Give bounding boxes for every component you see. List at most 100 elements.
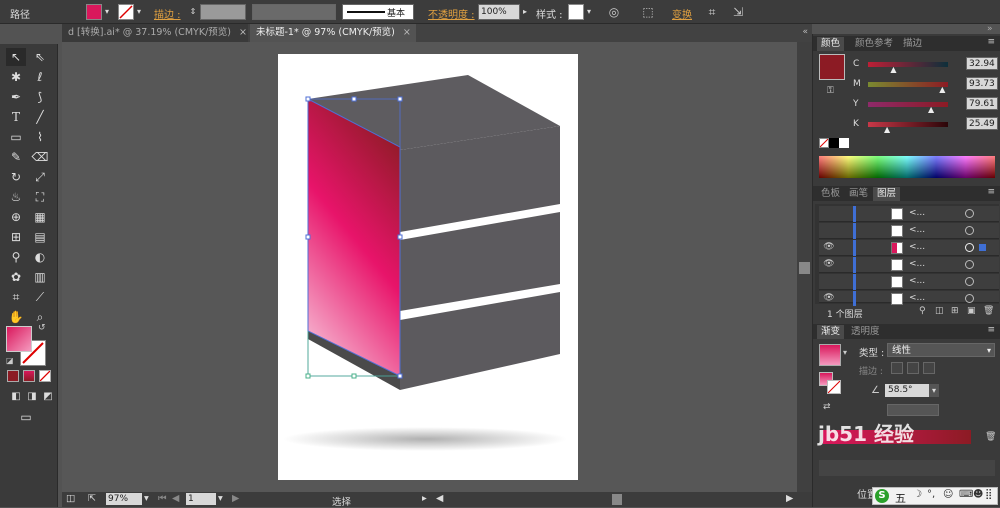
- panel-menu-icon[interactable]: ≡: [987, 37, 995, 47]
- selection-handle[interactable]: [305, 96, 311, 102]
- free-transform-tool-icon[interactable]: ⛶: [30, 188, 50, 206]
- rectangle-tool-icon[interactable]: ▭: [6, 128, 26, 146]
- tab-transparency[interactable]: 透明度: [847, 325, 884, 339]
- trash-icon[interactable]: 🗑: [983, 306, 994, 316]
- selection-handle[interactable]: [397, 373, 403, 379]
- chevron-down-icon[interactable]: ▾: [584, 4, 594, 20]
- shape-builder-tool-icon[interactable]: ⊕: [6, 208, 26, 226]
- stroke-gradient-option-icon[interactable]: [891, 362, 903, 374]
- yellow-value-field[interactable]: 79.61: [966, 97, 998, 110]
- curvature-tool-icon[interactable]: ⟆: [30, 88, 50, 106]
- panel-menu-icon[interactable]: ≡: [987, 187, 995, 197]
- artboard-nav-icon[interactable]: ◫: [66, 493, 75, 504]
- slider-thumb[interactable]: ▲: [928, 105, 934, 114]
- black-color-swatch[interactable]: [829, 138, 839, 148]
- selection-handle[interactable]: [397, 234, 403, 240]
- tab-document-2[interactable]: 未标题-1* @ 97% (CMYK/预览) ×: [250, 24, 416, 42]
- tab-layers[interactable]: 图层: [873, 187, 901, 201]
- rotate-tool-icon[interactable]: ↻: [6, 168, 26, 186]
- eye-icon[interactable]: 👁: [823, 242, 835, 254]
- selection-indicator[interactable]: [979, 244, 986, 251]
- gradient-preview-swatch[interactable]: [819, 344, 841, 366]
- direct-selection-tool-icon[interactable]: ⇖: [30, 48, 50, 66]
- pen-tool-icon[interactable]: ✒: [6, 88, 26, 106]
- scroll-left-icon[interactable]: ◀: [436, 493, 443, 504]
- lock-icon[interactable]: ⚿: [827, 86, 834, 96]
- paintbrush-tool-icon[interactable]: ⌇: [30, 128, 50, 146]
- user-icon[interactable]: ☻: [973, 489, 983, 500]
- eyedropper-tool-icon[interactable]: ⚲: [6, 248, 26, 266]
- line-tool-icon[interactable]: ╱: [30, 108, 50, 126]
- next-page-icon[interactable]: ▶: [232, 493, 239, 504]
- panel-menu-icon[interactable]: ⇲: [730, 4, 746, 20]
- first-page-icon[interactable]: ⏮: [158, 493, 167, 504]
- layer-row[interactable]: <...: [819, 223, 999, 239]
- gradient-tool-icon[interactable]: ▤: [30, 228, 50, 246]
- graphic-style-swatch[interactable]: [568, 4, 584, 20]
- gradient-stroke-icon[interactable]: [827, 380, 841, 394]
- selection-handle[interactable]: [351, 96, 357, 102]
- slider-thumb[interactable]: ▲: [939, 85, 945, 94]
- h-scroll-thumb[interactable]: [612, 494, 622, 505]
- magenta-value-field[interactable]: 93.73: [966, 77, 998, 90]
- target-icon[interactable]: [965, 226, 974, 235]
- slider-track[interactable]: [868, 102, 948, 107]
- draw-inside-icon[interactable]: ◩: [38, 388, 58, 406]
- selection-handle[interactable]: [397, 96, 403, 102]
- eraser-tool-icon[interactable]: ⌫: [30, 148, 50, 166]
- sogou-logo-icon[interactable]: S: [875, 489, 889, 503]
- swap-colors-icon[interactable]: ↺: [38, 323, 46, 333]
- clipping-mask-icon[interactable]: ◫: [935, 306, 944, 316]
- tab-document-1[interactable]: d [转换].ai* @ 37.19% (CMYK/预览) ×: [62, 24, 248, 42]
- target-icon[interactable]: [965, 260, 974, 269]
- screen-mode-icon[interactable]: ▭: [16, 408, 36, 426]
- hand-tool-icon[interactable]: ✋: [6, 308, 26, 326]
- slider-track[interactable]: [868, 82, 948, 87]
- opacity-field[interactable]: 100%: [478, 4, 520, 20]
- keyboard-icon[interactable]: ⌨: [959, 489, 973, 500]
- slider-thumb[interactable]: ▲: [884, 125, 890, 134]
- tab-swatches[interactable]: 色板: [817, 187, 844, 201]
- pencil-tool-icon[interactable]: ✎: [6, 148, 26, 166]
- tab-brushes[interactable]: 画笔: [845, 187, 872, 201]
- panel-menu-icon[interactable]: ≡: [987, 325, 995, 335]
- status-menu-icon[interactable]: ▸: [422, 493, 427, 504]
- selection-tool-icon[interactable]: ↖: [6, 48, 26, 66]
- target-icon[interactable]: [965, 277, 974, 286]
- recolor-icon[interactable]: ◎: [606, 4, 622, 20]
- magic-wand-tool-icon[interactable]: ✱: [6, 68, 26, 86]
- scroll-thumb[interactable]: [799, 262, 810, 274]
- chevron-down-icon[interactable]: ▾: [929, 384, 939, 397]
- default-colors-icon[interactable]: ◪: [6, 356, 14, 365]
- ime-mode-label[interactable]: 五: [895, 490, 906, 506]
- fill-color-swatch[interactable]: [6, 326, 32, 352]
- color-spectrum-bar[interactable]: [819, 156, 995, 178]
- gradient-stops[interactable]: [819, 460, 995, 476]
- scroll-right-icon[interactable]: ▶: [786, 493, 793, 504]
- column-graph-tool-icon[interactable]: ▥: [30, 268, 50, 286]
- punctuation-icon[interactable]: °,: [927, 489, 935, 500]
- slider-track[interactable]: [868, 62, 948, 67]
- cyan-value-field[interactable]: 32.94: [966, 57, 998, 70]
- stroke-gradient-option-icon[interactable]: [923, 362, 935, 374]
- grid-icon[interactable]: ⣿: [985, 489, 992, 500]
- variable-width-select[interactable]: [252, 4, 336, 20]
- slice-tool-icon[interactable]: ⟋: [30, 288, 50, 306]
- gradient-mode-icon[interactable]: [23, 370, 35, 382]
- isolate-icon[interactable]: ⌗: [704, 4, 720, 20]
- tabs-overflow-icon[interactable]: «: [802, 27, 808, 37]
- export-icon[interactable]: ⇱: [88, 493, 96, 504]
- moon-icon[interactable]: ☽: [913, 489, 922, 500]
- layer-row[interactable]: <...: [819, 274, 999, 290]
- color-panel-fill-swatch[interactable]: [819, 54, 845, 80]
- opacity-label[interactable]: 不透明度 :: [428, 6, 475, 21]
- selection-handle[interactable]: [305, 373, 311, 379]
- layer-row[interactable]: 👁 <...: [819, 291, 999, 307]
- slider-thumb[interactable]: ▲: [890, 65, 896, 74]
- lasso-tool-icon[interactable]: ℓ: [30, 68, 50, 86]
- stroke-swatch[interactable]: [118, 4, 134, 20]
- chevron-right-icon[interactable]: ▸: [520, 4, 530, 20]
- layer-row-selected[interactable]: 👁 <...: [819, 240, 999, 256]
- artboard-tool-icon[interactable]: ⌗: [6, 288, 26, 306]
- prev-page-icon[interactable]: ◀: [172, 493, 179, 504]
